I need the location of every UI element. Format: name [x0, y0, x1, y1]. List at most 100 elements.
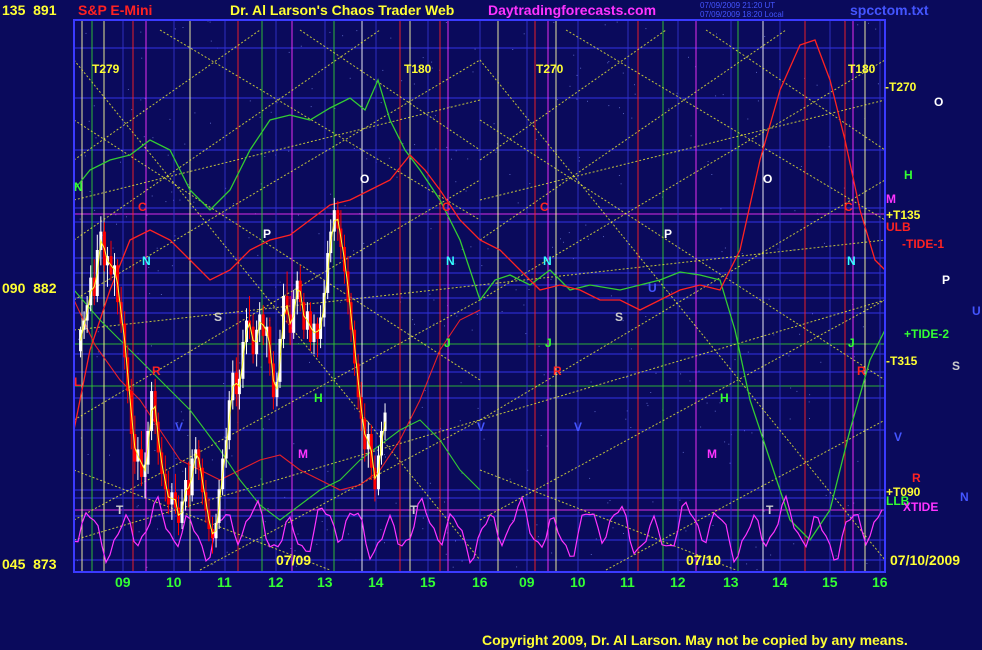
background-dot	[260, 478, 262, 480]
background-dot	[174, 28, 176, 30]
background-dot	[413, 83, 415, 85]
marker-p-right: P	[942, 273, 951, 287]
background-dot	[467, 158, 469, 160]
background-dot	[808, 401, 810, 403]
background-dot	[112, 247, 114, 249]
background-dot	[688, 56, 689, 58]
background-dot	[707, 161, 709, 162]
background-dot	[264, 156, 266, 157]
y-label-bottom: 045 873	[2, 556, 57, 572]
background-dot	[187, 435, 189, 436]
background-dot	[610, 295, 612, 297]
background-dot	[429, 482, 431, 484]
background-dot	[529, 183, 531, 185]
background-dot	[607, 502, 609, 504]
background-dot	[509, 478, 511, 480]
background-dot	[523, 33, 525, 35]
background-dot	[756, 71, 757, 73]
background-dot	[414, 144, 416, 146]
background-dot	[757, 100, 759, 102]
background-dot	[523, 304, 525, 306]
background-dot	[384, 454, 385, 456]
background-dot	[290, 548, 292, 549]
background-dot	[318, 233, 320, 235]
background-dot	[585, 224, 587, 226]
marker-h-right: H	[904, 168, 913, 182]
background-dot	[734, 359, 736, 361]
background-dot	[330, 193, 332, 195]
background-dot	[668, 291, 669, 293]
background-dot	[595, 538, 597, 540]
background-dot	[209, 21, 211, 23]
background-dot	[79, 218, 81, 220]
background-dot	[461, 560, 463, 562]
background-dot	[380, 102, 382, 104]
background-dot	[634, 93, 636, 95]
background-dot	[349, 77, 351, 79]
background-dot	[385, 456, 386, 458]
background-dot	[535, 138, 537, 140]
background-dot	[716, 33, 717, 35]
background-dot	[390, 37, 392, 39]
background-dot	[326, 529, 328, 531]
background-dot	[422, 517, 424, 519]
background-dot	[724, 247, 726, 249]
background-dot	[143, 136, 145, 138]
background-dot	[847, 505, 849, 507]
background-dot	[714, 410, 716, 412]
background-dot	[460, 382, 462, 384]
timestamp-local: 07/09/2009 18:20 Local	[700, 10, 784, 19]
background-dot	[551, 552, 553, 554]
background-dot	[353, 250, 355, 252]
background-dot	[96, 356, 98, 358]
background-dot	[646, 402, 648, 404]
background-dot	[569, 85, 571, 87]
background-dot	[157, 270, 159, 272]
background-dot	[388, 157, 390, 159]
background-dot	[94, 209, 96, 211]
background-dot	[788, 355, 790, 357]
background-dot	[401, 80, 403, 82]
x-tick-label: 14	[772, 574, 788, 590]
background-dot	[604, 24, 606, 26]
background-dot	[616, 21, 618, 23]
background-dot	[380, 529, 382, 531]
background-dot	[645, 316, 647, 317]
background-dot	[690, 135, 692, 137]
background-dot	[366, 158, 368, 160]
marker-t180a: T180	[404, 62, 432, 76]
background-dot	[796, 390, 798, 392]
background-dot	[768, 298, 770, 300]
background-dot	[712, 525, 714, 526]
background-dot	[607, 62, 609, 64]
background-dot	[455, 540, 456, 542]
background-dot	[85, 32, 87, 34]
background-dot	[248, 237, 250, 239]
background-dot	[258, 541, 260, 543]
background-dot	[471, 329, 473, 331]
background-dot	[676, 92, 678, 94]
background-dot	[537, 536, 539, 538]
background-dot	[116, 223, 117, 225]
background-dot	[476, 314, 478, 315]
marker-j-1: J	[444, 336, 451, 350]
background-dot	[446, 146, 448, 148]
marker-v-1: V	[175, 420, 184, 434]
background-dot	[578, 160, 580, 162]
marker-o-right: O	[934, 95, 944, 109]
marker-ulb: ULB	[886, 220, 911, 234]
marker-m-1: M	[298, 447, 308, 461]
background-dot	[835, 555, 837, 557]
background-dot	[151, 195, 153, 197]
background-dot	[87, 454, 89, 455]
marker-c-1: C	[138, 200, 147, 214]
background-dot	[433, 323, 435, 325]
marker-h-1: H	[314, 391, 323, 405]
background-dot	[724, 441, 726, 443]
marker-plus-tide2: +TIDE-2	[904, 327, 950, 341]
marker-p-2: P	[664, 227, 673, 241]
marker-m-2: M	[707, 447, 717, 461]
background-dot	[728, 443, 730, 445]
background-dot	[573, 54, 575, 56]
background-dot	[327, 470, 329, 472]
